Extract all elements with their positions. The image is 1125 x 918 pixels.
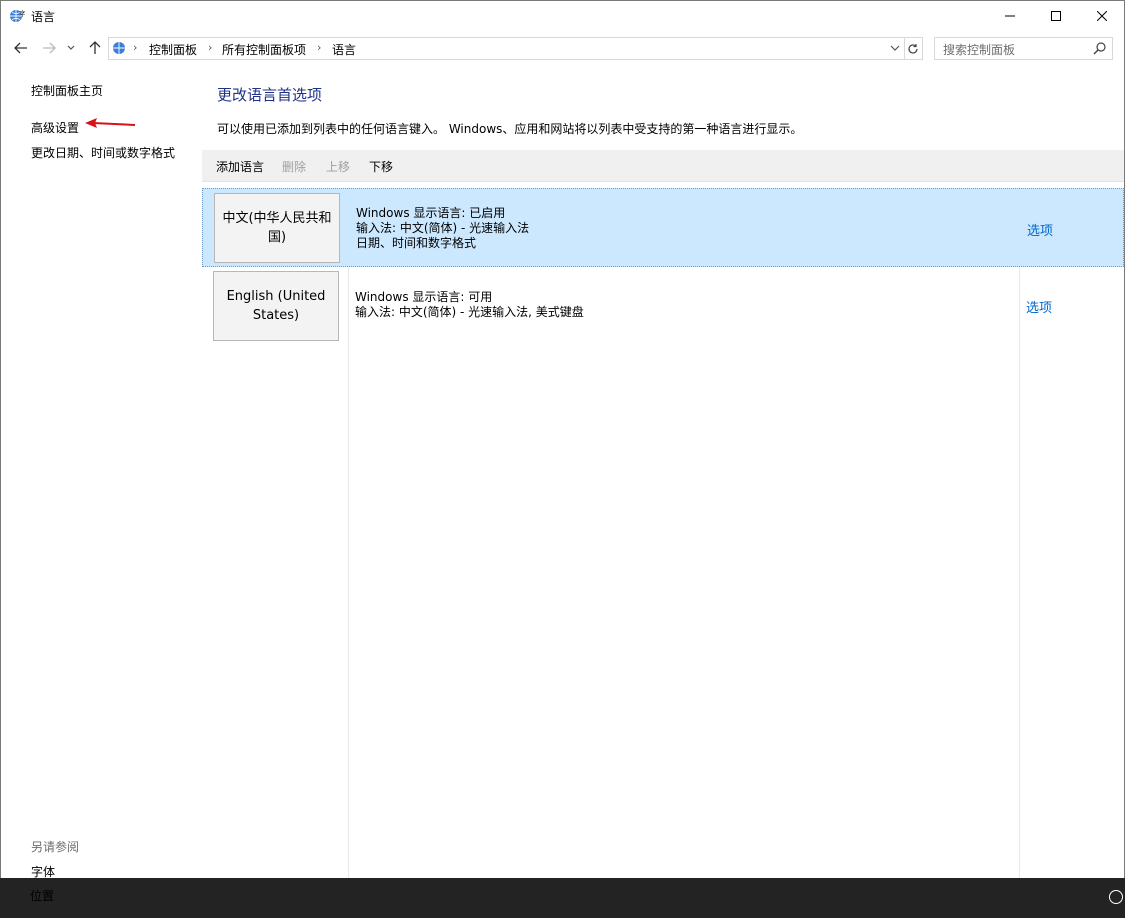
move-up-button[interactable]: 上移	[326, 158, 350, 175]
minimize-button[interactable]	[987, 1, 1033, 31]
up-arrow-icon	[89, 41, 101, 55]
sidebar-advanced-settings[interactable]: 高级设置	[31, 119, 79, 136]
sidebar-date-time-format[interactable]: 更改日期、时间或数字格式	[31, 144, 175, 161]
language-details: Windows 显示语言: 可用 输入法: 中文(简体) - 光速输入法, 美式…	[355, 290, 584, 320]
breadcrumb-separator: ›	[133, 41, 137, 54]
display-language-status: Windows 显示语言: 已启用	[356, 206, 529, 221]
add-language-button[interactable]: 添加语言	[216, 158, 264, 175]
move-down-button[interactable]: 下移	[369, 158, 393, 175]
breadcrumb-separator: ›	[317, 41, 321, 54]
refresh-button[interactable]	[903, 37, 923, 60]
input-method: 输入法: 中文(简体) - 光速输入法, 美式键盘	[355, 305, 584, 320]
maximize-icon	[1051, 11, 1061, 21]
language-toolbar: 添加语言 删除 上移 下移	[202, 150, 1124, 182]
forward-button[interactable]	[40, 39, 58, 57]
maximize-button[interactable]	[1033, 1, 1079, 31]
search-placeholder: 搜索控制面板	[943, 41, 1015, 58]
page-description: 可以使用已添加到列表中的任何语言键入。 Windows、应用和网站将以列表中受支…	[217, 120, 802, 137]
close-button[interactable]	[1079, 1, 1125, 31]
breadcrumb-control-panel[interactable]: 控制面板	[149, 41, 197, 58]
cortana-circle-icon[interactable]	[1109, 890, 1123, 904]
language-details: Windows 显示语言: 已启用 输入法: 中文(简体) - 光速输入法 日期…	[356, 206, 529, 251]
address-bar[interactable]: › 控制面板 › 所有控制面板项 › 语言	[108, 37, 905, 60]
options-link-chinese[interactable]: 选项	[1027, 220, 1053, 239]
sidebar-location[interactable]: 位置	[30, 887, 54, 904]
display-language-status: Windows 显示语言: 可用	[355, 290, 584, 305]
navigation-bar: › 控制面板 › 所有控制面板项 › 语言 搜索控制面板	[1, 33, 1124, 63]
refresh-icon	[907, 43, 919, 55]
chevron-down-icon	[67, 45, 75, 51]
back-arrow-icon	[14, 42, 28, 54]
remove-button[interactable]: 删除	[282, 158, 306, 175]
address-dropdown-icon[interactable]	[888, 41, 902, 55]
see-also-heading: 另请参阅	[31, 838, 79, 855]
title-bar: 字 语言	[1, 1, 1124, 31]
language-globe-icon: 字	[9, 8, 25, 24]
breadcrumb-separator: ›	[208, 41, 212, 54]
minimize-icon	[1005, 11, 1015, 21]
language-tile[interactable]: English (United States)	[213, 271, 339, 341]
input-method: 输入法: 中文(简体) - 光速输入法	[356, 221, 529, 236]
taskbar	[0, 878, 1125, 918]
back-button[interactable]	[12, 39, 30, 57]
language-row-chinese[interactable]: 中文(中华人民共和国) Windows 显示语言: 已启用 输入法: 中文(简体…	[202, 188, 1124, 267]
language-list: 中文(中华人民共和国) Windows 显示语言: 已启用 输入法: 中文(简体…	[202, 187, 1124, 879]
window-title: 语言	[31, 8, 55, 25]
breadcrumb-language[interactable]: 语言	[332, 41, 356, 58]
language-window: 字 语言	[0, 0, 1125, 918]
up-button[interactable]	[86, 39, 104, 57]
breadcrumb-all-items[interactable]: 所有控制面板项	[222, 41, 306, 58]
language-tile[interactable]: 中文(中华人民共和国)	[214, 193, 340, 263]
recent-locations-button[interactable]	[65, 39, 77, 57]
date-time-format: 日期、时间和数字格式	[356, 236, 529, 251]
search-icon[interactable]	[1093, 41, 1107, 55]
close-icon	[1097, 11, 1107, 21]
control-panel-icon	[112, 40, 128, 56]
page-title: 更改语言首选项	[217, 84, 322, 105]
sidebar-control-panel-home[interactable]: 控制面板主页	[31, 82, 103, 99]
svg-text:字: 字	[19, 9, 25, 18]
options-link-english[interactable]: 选项	[1026, 297, 1052, 316]
red-arrow-annotation	[83, 117, 139, 131]
search-input[interactable]: 搜索控制面板	[934, 37, 1113, 60]
language-row-english[interactable]: English (United States) Windows 显示语言: 可用…	[202, 267, 1124, 346]
forward-arrow-icon	[42, 42, 56, 54]
